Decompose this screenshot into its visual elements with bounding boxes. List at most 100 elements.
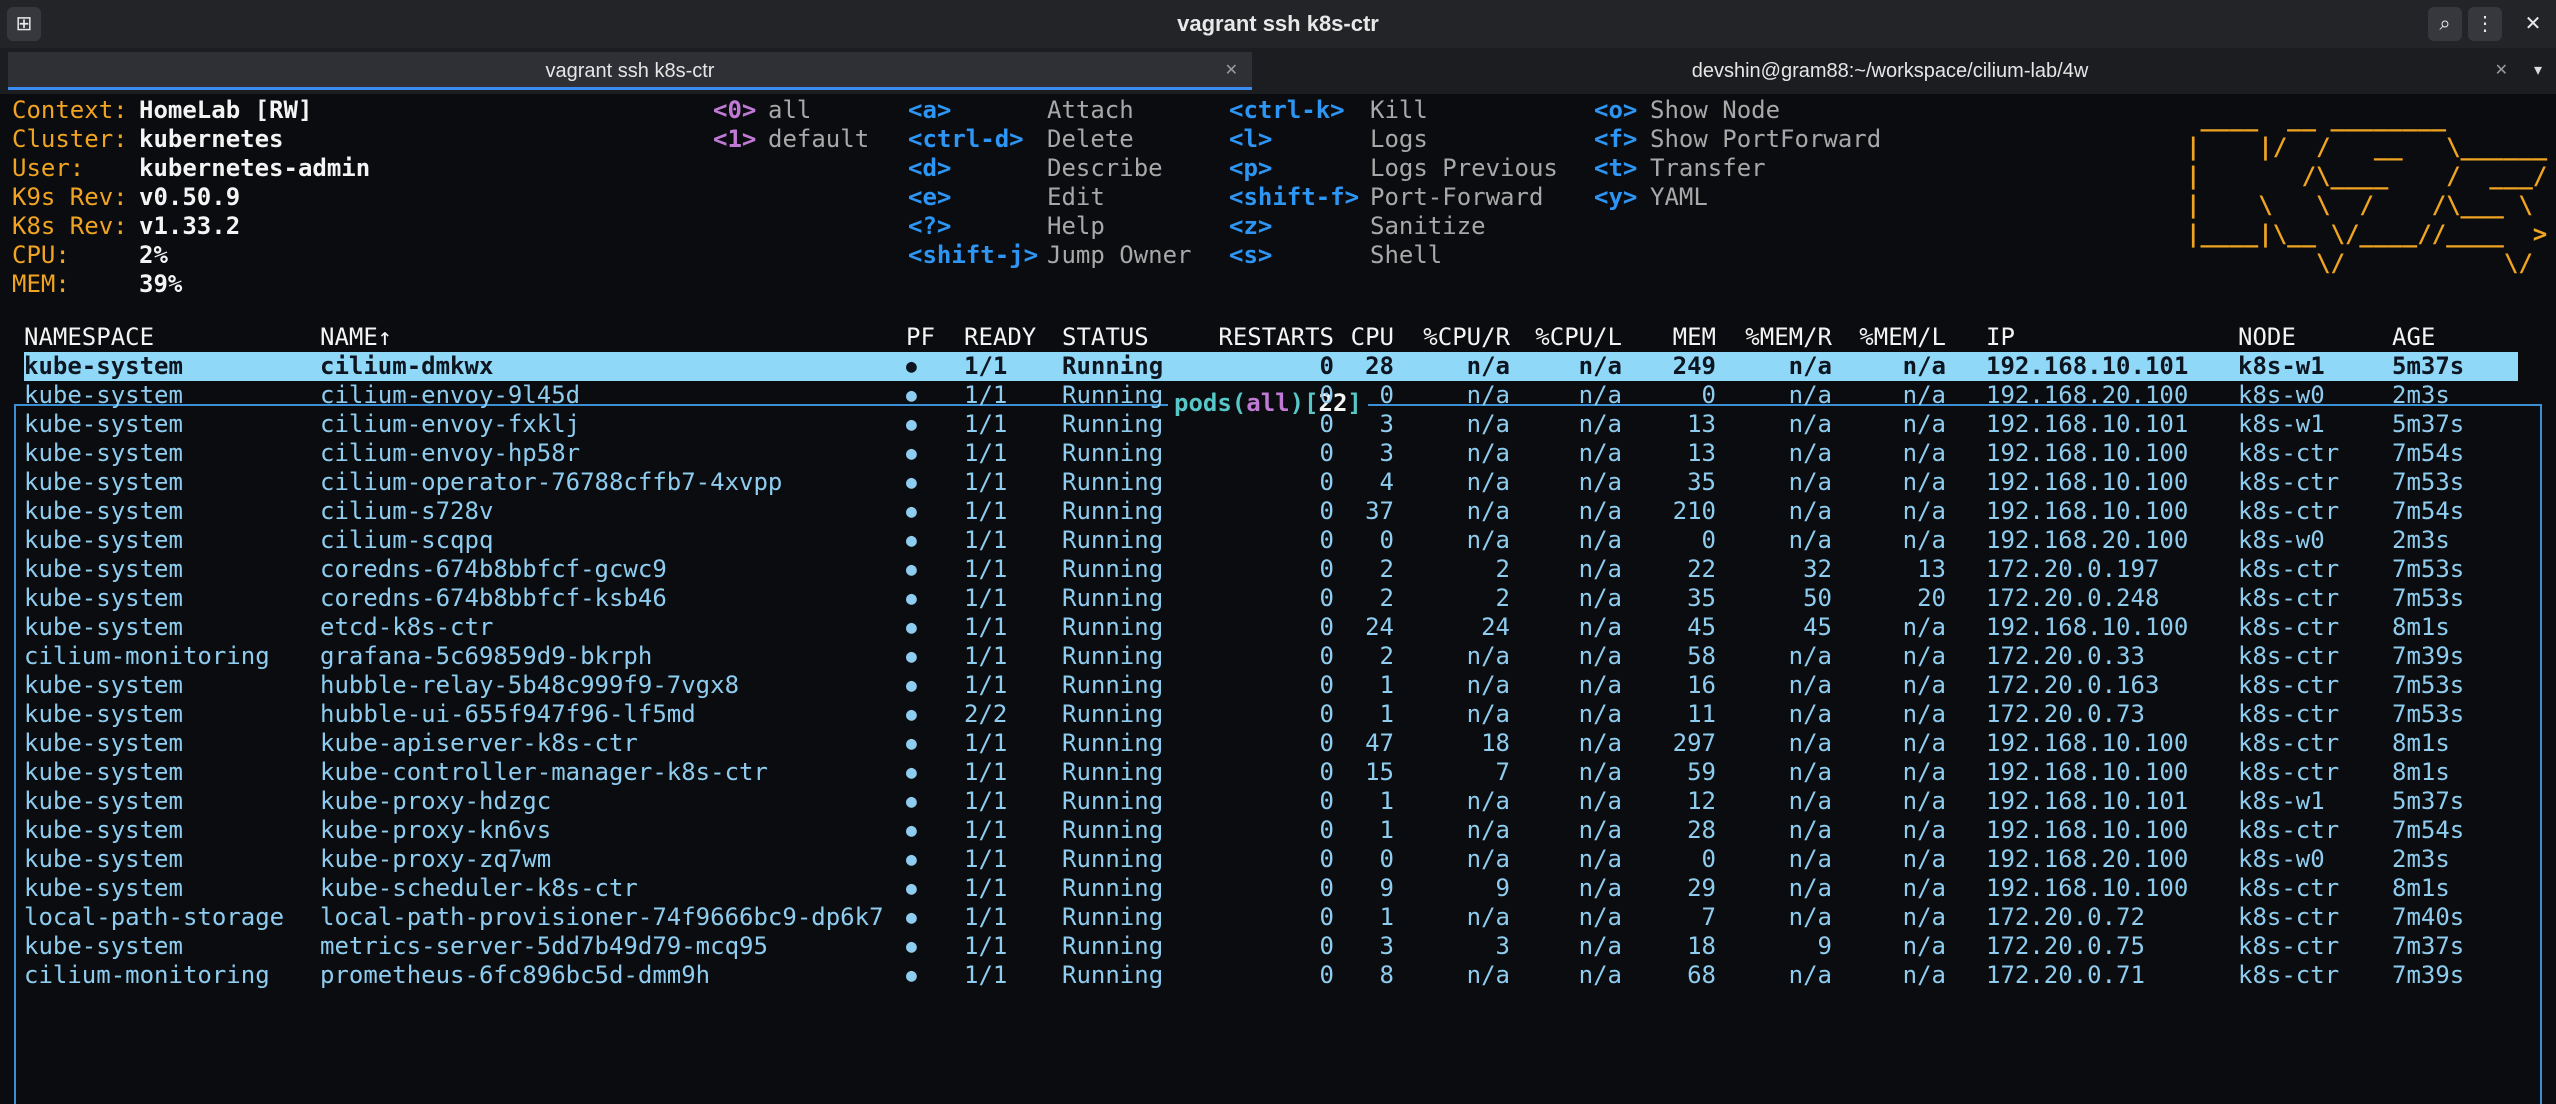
namespace-label[interactable]: all <box>768 96 811 125</box>
table-row[interactable]: kube-system hubble-ui-655f947f96-lf5md ● 2/… <box>24 700 2518 729</box>
col-namespace: kube-system <box>24 816 183 844</box>
table-row[interactable]: cilium-monitoring prometheus-6fc896bc5d-d… <box>24 961 2518 990</box>
col-mem-r-header[interactable]: %MEM/R <box>1724 323 1832 352</box>
col-age-header[interactable]: AGE <box>2392 323 2512 352</box>
hotkey-key[interactable]: <shift-j> <box>908 241 1038 270</box>
hotkey-label[interactable]: Logs Previous <box>1370 154 1558 183</box>
col-node-header[interactable]: NODE <box>2238 323 2388 352</box>
col-cpu-header[interactable]: CPU <box>1334 323 1394 352</box>
hotkey-label[interactable]: Port-Forward <box>1370 183 1543 212</box>
hotkey-label[interactable]: Show Node <box>1650 96 1780 125</box>
hotkey-label[interactable]: Kill <box>1370 96 1428 125</box>
hotkey-label[interactable]: Shell <box>1370 241 1442 270</box>
hotkey-label[interactable]: Logs <box>1370 125 1428 154</box>
hotkey-label[interactable]: Attach <box>1047 96 1134 125</box>
col-node: k8s-w0 <box>2238 845 2325 873</box>
col-age: 2m3s <box>2392 526 2450 554</box>
table-row[interactable]: cilium-monitoring grafana-5c69859d9-bkrph… <box>24 642 2518 671</box>
tab-vagrant-ssh[interactable]: vagrant ssh k8s-ctr ✕ <box>8 52 1252 90</box>
table-row[interactable]: kube-system kube-proxy-hdzgc ● 1/1 Running 0 1… <box>24 787 2518 816</box>
hotkey-label[interactable]: Delete <box>1047 125 1134 154</box>
hotkey-label[interactable]: Sanitize <box>1370 212 1486 241</box>
col-ip: 192.168.20.100 <box>1986 526 2189 554</box>
tab-close-icon[interactable]: ✕ <box>2495 52 2508 90</box>
table-row[interactable]: kube-system hubble-relay-5b48c999f9-7vgx8… <box>24 671 2518 700</box>
hotkey-key[interactable]: <shift-f> <box>1229 183 1359 212</box>
table-row[interactable]: kube-system kube-proxy-zq7wm ● 1/1 Running 0 0… <box>24 845 2518 874</box>
hotkey-label[interactable]: Edit <box>1047 183 1105 212</box>
col-namespace-header[interactable]: NAMESPACE <box>24 323 314 352</box>
col-pf: ● <box>906 443 917 464</box>
col-mem-header[interactable]: MEM <box>1628 323 1716 352</box>
table-row[interactable]: kube-system kube-proxy-kn6vs ● 1/1 Running 0 1… <box>24 816 2518 845</box>
hotkey-label[interactable]: Transfer <box>1650 154 1766 183</box>
col-ip-header[interactable]: IP <box>1986 323 2236 352</box>
table-row[interactable]: kube-system kube-controller-manager-k8s-c… <box>24 758 2518 787</box>
hotkey-key[interactable]: <p> <box>1229 154 1272 183</box>
namespace-key[interactable]: <1> <box>713 125 756 154</box>
table-row[interactable]: kube-system cilium-operator-76788cffb7-4x… <box>24 468 2518 497</box>
col-mem-r: n/a <box>1788 816 1832 844</box>
col-cpu-r-header[interactable]: %CPU/R <box>1402 323 1510 352</box>
close-icon[interactable]: ✕ <box>2516 7 2550 41</box>
table-row[interactable]: kube-system coredns-674b8bbfcf-ksb46 ● 1/1 R… <box>24 584 2518 613</box>
col-restarts: 0 <box>1319 410 1334 438</box>
hotkey-key[interactable]: <ctrl-k> <box>1229 96 1345 125</box>
table-row[interactable]: kube-system etcd-k8s-ctr ● 1/1 Running 0 24 24 n… <box>24 613 2518 642</box>
col-cpu-l-header[interactable]: %CPU/L <box>1518 323 1622 352</box>
menu-icon[interactable]: ⋮ <box>2468 7 2502 41</box>
table-row[interactable]: kube-system cilium-scqpq ● 1/1 Running 0 0 n/a n… <box>24 526 2518 555</box>
col-name: cilium-envoy-hp58r <box>320 439 581 467</box>
col-mem-l-header[interactable]: %MEM/L <box>1842 323 1946 352</box>
tab-list-dropdown-icon[interactable]: ▾ <box>2534 56 2542 86</box>
table-row[interactable]: kube-system cilium-dmkwx ● 1/1 Running 0 28 n/a… <box>24 352 2518 381</box>
hotkey-key[interactable]: <d> <box>908 154 951 183</box>
col-status: Running <box>1062 729 1164 757</box>
hotkey-key[interactable]: <a> <box>908 96 951 125</box>
hotkey-key[interactable]: <ctrl-d> <box>908 125 1024 154</box>
hotkey-label[interactable]: YAML <box>1650 183 1708 212</box>
table-row[interactable]: kube-system kube-scheduler-k8s-ctr ● 1/1 Run… <box>24 874 2518 903</box>
col-ready: 1/1 <box>964 642 1008 670</box>
table-row[interactable]: kube-system cilium-envoy-fxklj ● 1/1 Running… <box>24 410 2518 439</box>
table-row[interactable]: kube-system metrics-server-5dd7b49d79-mcq… <box>24 932 2518 961</box>
hotkey-key[interactable]: <o> <box>1594 96 1637 125</box>
col-name-header[interactable]: NAME↑ <box>320 323 900 352</box>
namespace-label[interactable]: default <box>768 125 869 154</box>
terminal[interactable]: Context: HomeLab [RW] Cluster: kubernetes Us… <box>0 94 2556 1104</box>
hotkey-label[interactable]: Describe <box>1047 154 1163 183</box>
col-age: 7m53s <box>2392 671 2465 699</box>
hotkey-key[interactable]: <f> <box>1594 125 1637 154</box>
table-row[interactable]: kube-system coredns-674b8bbfcf-gcwc9 ● 1/1 R… <box>24 555 2518 584</box>
hotkey-key[interactable]: <y> <box>1594 183 1637 212</box>
col-restarts: 0 <box>1319 758 1334 786</box>
hotkey-key[interactable]: <?> <box>908 212 951 241</box>
tab-close-icon[interactable]: ✕ <box>1225 52 1238 90</box>
col-restarts-header[interactable]: RESTARTS <box>1184 323 1334 352</box>
col-pf-header[interactable]: PF <box>906 323 942 352</box>
col-ip: 172.20.0.75 <box>1986 932 2145 960</box>
col-cpu: 1 <box>1379 903 1394 931</box>
hotkey-label[interactable]: Help <box>1047 212 1105 241</box>
hotkey-key[interactable]: <t> <box>1594 154 1637 183</box>
hotkey-key[interactable]: <s> <box>1229 241 1272 270</box>
table-row[interactable]: kube-system cilium-s728v ● 1/1 Running 0 37 n/a… <box>24 497 2518 526</box>
table-row[interactable]: kube-system cilium-envoy-hp58r ● 1/1 Running… <box>24 439 2518 468</box>
hotkey-label[interactable]: Show PortForward <box>1650 125 1881 154</box>
namespace-key[interactable]: <0> <box>713 96 756 125</box>
col-mem: 18 <box>1687 932 1716 960</box>
hotkey-key[interactable]: <l> <box>1229 125 1272 154</box>
hotkey-key[interactable]: <e> <box>908 183 951 212</box>
col-mem-r: n/a <box>1788 439 1832 467</box>
col-cpu-l: n/a <box>1578 816 1622 844</box>
col-status-header[interactable]: STATUS <box>1062 323 1202 352</box>
hotkey-key[interactable]: <z> <box>1229 212 1272 241</box>
table-row[interactable]: kube-system kube-apiserver-k8s-ctr ● 1/1 Run… <box>24 729 2518 758</box>
tab-devshin-shell[interactable]: devshin@gram88:~/workspace/cilium-lab/4w… <box>1258 52 2522 90</box>
table-row[interactable]: kube-system cilium-envoy-9l45d ● 1/1 Running… <box>24 381 2518 410</box>
table-row[interactable]: local-path-storage local-path-provisioner… <box>24 903 2518 932</box>
search-icon[interactable]: ⌕ <box>2428 7 2462 41</box>
hotkey-label[interactable]: Jump Owner <box>1047 241 1192 270</box>
col-ready-header[interactable]: READY <box>964 323 1054 352</box>
col-mem-l: 13 <box>1917 555 1946 583</box>
